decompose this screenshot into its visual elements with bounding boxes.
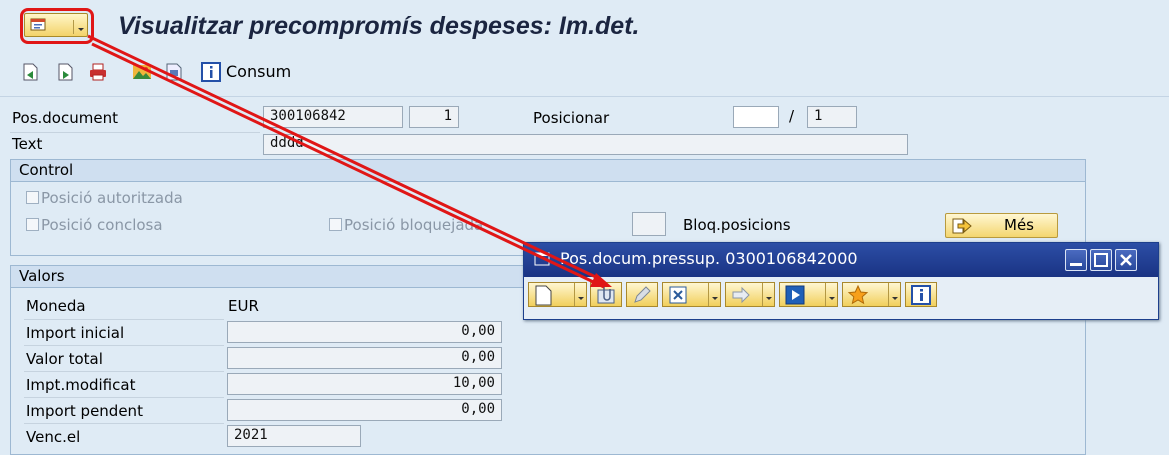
- posicionar-separator: /: [789, 107, 795, 125]
- control-group-title: Control: [11, 160, 1085, 182]
- new-document-icon: [535, 285, 552, 306]
- play-icon: [785, 285, 805, 305]
- maximize-icon: [1094, 253, 1108, 267]
- info-icon: [911, 285, 931, 305]
- export-icon: [669, 286, 687, 304]
- import-pendent-label: Import pendent: [26, 402, 143, 420]
- landscape-icon[interactable]: [132, 62, 152, 82]
- consum-button[interactable]: Consum: [226, 62, 291, 81]
- row-divider: [24, 345, 224, 346]
- export-button[interactable]: [662, 282, 721, 307]
- minimize-icon: [1070, 263, 1082, 266]
- close-button[interactable]: [1115, 249, 1137, 271]
- application-toolbar: Consum: [0, 58, 1169, 90]
- posicio-conclosa-checkbox[interactable]: Posició conclosa: [26, 216, 163, 234]
- pos-document-label: Pos.document: [12, 109, 118, 127]
- posicionar-input[interactable]: [733, 106, 779, 128]
- document-settings-icon[interactable]: [164, 62, 184, 82]
- forward-button[interactable]: [725, 282, 775, 307]
- page-title: Visualitzar precompromís despeses: Im.de…: [118, 12, 640, 40]
- new-document-button[interactable]: [528, 282, 587, 307]
- import-pendent-field: 0,00: [227, 399, 502, 421]
- impt-modificat-field: 10,00: [227, 373, 502, 395]
- valor-total-label: Valor total: [26, 350, 103, 368]
- close-icon: [1120, 254, 1132, 266]
- window-icon: [534, 252, 550, 266]
- callout-highlight-box: [20, 8, 94, 44]
- print-icon[interactable]: [88, 62, 108, 82]
- import-inicial-label: Import inicial: [26, 324, 125, 342]
- arrow-right-icon: [952, 218, 972, 234]
- edit-button[interactable]: [626, 282, 658, 307]
- favorites-button[interactable]: [842, 282, 901, 307]
- pos-document-item-field[interactable]: 1: [409, 106, 459, 128]
- import-inicial-field: 0,00: [227, 321, 502, 343]
- attachment-icon: [597, 287, 615, 304]
- mes-button[interactable]: Més: [945, 213, 1058, 238]
- popup-title: Pos.docum.pressup. 0300106842000: [560, 249, 858, 268]
- bloq-posicions-label: Bloq.posicions: [683, 216, 791, 234]
- posicionar-label: Posicionar: [533, 109, 610, 127]
- valor-total-field: 0,00: [227, 347, 502, 369]
- moneda-label: Moneda: [26, 297, 86, 315]
- text-label: Text: [12, 135, 43, 153]
- row-divider: [10, 132, 260, 133]
- minimize-button[interactable]: [1065, 249, 1087, 271]
- row-divider: [24, 397, 224, 398]
- row-divider: [24, 423, 224, 424]
- pos-document-field[interactable]: 300106842: [263, 106, 403, 128]
- next-item-icon[interactable]: [56, 62, 76, 82]
- posicio-bloquejada-checkbox[interactable]: Posició bloquejada: [329, 216, 483, 234]
- popup-window: Pos.docum.pressup. 0300106842000: [523, 242, 1159, 320]
- row-divider: [24, 319, 224, 320]
- previous-item-icon[interactable]: [20, 62, 40, 82]
- popup-toolbar: [524, 277, 1158, 319]
- attachment-button[interactable]: [590, 282, 622, 307]
- popup-title-bar[interactable]: Pos.docum.pressup. 0300106842000: [524, 243, 1158, 277]
- info-icon[interactable]: [201, 62, 221, 82]
- row-divider: [24, 371, 224, 372]
- posicio-autoritzada-checkbox[interactable]: Posició autoritzada: [26, 189, 183, 207]
- text-field[interactable]: dddd: [263, 134, 908, 155]
- star-icon: [847, 284, 869, 305]
- bloq-posicions-field[interactable]: [632, 212, 666, 236]
- moneda-value: EUR: [228, 297, 259, 315]
- maximize-button[interactable]: [1090, 249, 1112, 271]
- venc-el-label: Venc.el: [26, 428, 81, 446]
- toolbar-divider: [0, 96, 1169, 97]
- posicionar-total-field: 1: [807, 106, 857, 128]
- impt-modificat-label: Impt.modificat: [26, 376, 136, 394]
- pencil-icon: [634, 286, 651, 303]
- play-button[interactable]: [779, 282, 838, 307]
- info-button[interactable]: [905, 282, 937, 307]
- forward-icon: [732, 286, 750, 304]
